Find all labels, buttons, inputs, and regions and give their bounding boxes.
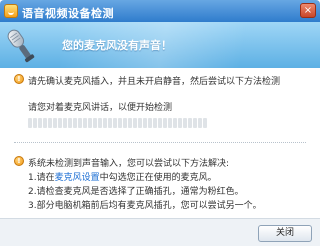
instruction-text: 请先确认麦克风插入，并且未开启静音，然后尝试以下方法检测 — [28, 77, 281, 87]
footer-bar: 关闭 — [0, 218, 320, 246]
level-segment — [98, 118, 102, 128]
level-segment — [73, 118, 77, 128]
microphone-icon — [7, 29, 35, 63]
warning-icon: ! — [14, 156, 24, 166]
level-segment — [163, 118, 167, 128]
level-segment — [78, 118, 82, 128]
app-logo-icon — [4, 4, 18, 18]
help-item-3: 3.部分电脑机箱前后均有麦克风插孔，您可以尝试另一个。 — [28, 201, 262, 211]
level-segment — [28, 118, 32, 128]
info-icon: ! — [14, 74, 24, 84]
level-segment — [83, 118, 87, 128]
level-segment — [33, 118, 37, 128]
level-segment — [183, 118, 187, 128]
level-segment — [143, 118, 147, 128]
level-segment — [43, 118, 47, 128]
title-bar[interactable]: 语音视频设备检测 × — [0, 0, 320, 22]
close-button[interactable]: 关闭 — [258, 225, 312, 242]
level-segment — [118, 118, 122, 128]
microphone-settings-link[interactable]: 麦克风设置 — [55, 173, 100, 183]
help-item-1-prefix: 1.请在 — [28, 173, 55, 183]
window-title: 语音视频设备检测 — [22, 7, 114, 20]
level-segment — [128, 118, 132, 128]
help-item-1-suffix: 中勾选您正在使用的麦克风。 — [99, 173, 217, 183]
level-segment — [38, 118, 42, 128]
divider — [14, 142, 306, 143]
level-segment — [48, 118, 52, 128]
level-segment — [173, 118, 177, 128]
level-segment — [113, 118, 117, 128]
banner-message: 您的麦克风没有声音！ — [62, 39, 172, 52]
level-segment — [138, 118, 142, 128]
level-segment — [53, 118, 57, 128]
level-segment — [158, 118, 162, 128]
level-segment — [93, 118, 97, 128]
help-intro-text: 系统未检测到声音输入，您可以尝试以下方法解决: — [28, 159, 230, 169]
content-area: ! 请先确认麦克风插入，并且未开启静音，然后尝试以下方法检测 请您对着麦克风讲话… — [0, 68, 320, 218]
device-check-window: 语音视频设备检测 × 您的麦克风没有声音！ ! 请先确认麦克风插入，并且未开启静… — [0, 0, 320, 246]
level-segment — [103, 118, 107, 128]
level-segment — [188, 118, 192, 128]
level-segment — [168, 118, 172, 128]
speak-prompt: 请您对着麦克风讲话，以便开始检测 — [28, 103, 173, 113]
level-segment — [68, 118, 72, 128]
level-segment — [58, 118, 62, 128]
level-segment — [108, 118, 112, 128]
level-segment — [88, 118, 92, 128]
level-segment — [153, 118, 157, 128]
level-segment — [193, 118, 197, 128]
window-close-button[interactable]: × — [300, 3, 316, 18]
level-segment — [198, 118, 202, 128]
level-segment — [123, 118, 127, 128]
help-item-1: 1.请在麦克风设置中勾选您正在使用的麦克风。 — [28, 170, 217, 183]
level-segment — [63, 118, 67, 128]
level-segment — [148, 118, 152, 128]
help-item-2: 2.请检查麦克风是否选择了正确插孔，通常为粉红色。 — [28, 187, 244, 197]
level-segment — [133, 118, 137, 128]
level-segment — [203, 118, 207, 128]
volume-level-meter — [28, 118, 207, 128]
status-banner: 您的麦克风没有声音！ — [0, 22, 320, 68]
level-segment — [178, 118, 182, 128]
